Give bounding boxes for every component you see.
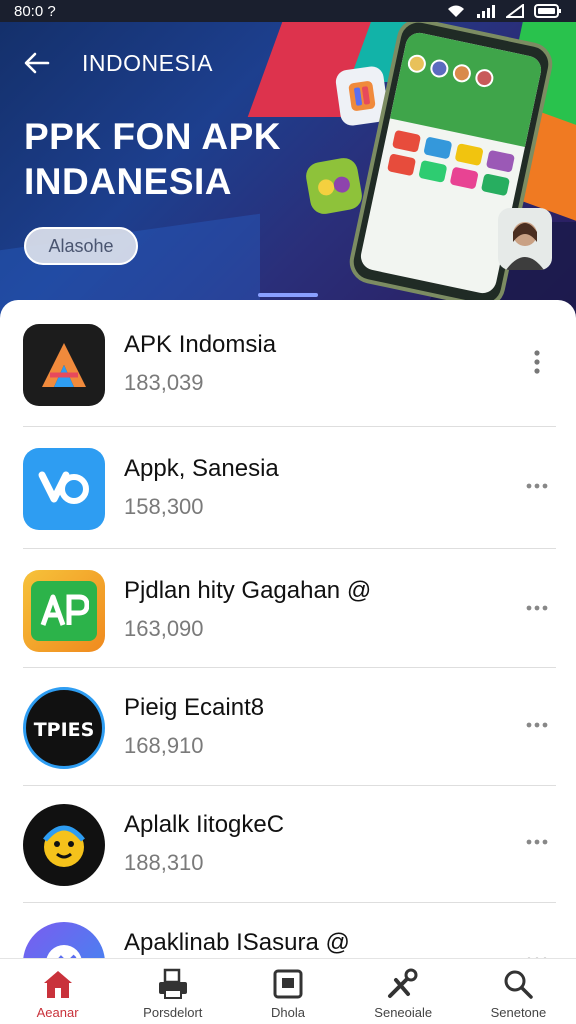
tpies-logo-icon: TPIES	[23, 687, 105, 769]
status-icons	[446, 4, 562, 18]
nav-label: Dhola	[271, 1005, 305, 1020]
more-horizontal-icon	[526, 605, 548, 611]
messenger-logo-icon	[23, 922, 105, 960]
svg-text:TPIES: TPIES	[34, 719, 95, 741]
status-bar: 80:0 ?	[0, 0, 576, 22]
nav-label: Seneoiale	[374, 1005, 433, 1020]
profile-photo-image	[498, 208, 552, 270]
network-icon	[506, 4, 524, 18]
game-controller-icon	[303, 155, 365, 217]
carousel-indicator	[258, 293, 318, 297]
signal-icon	[477, 5, 495, 18]
more-options-button[interactable]	[520, 708, 554, 742]
nav-item-dhola[interactable]: Dhola	[230, 959, 345, 1024]
nav-label: Porsdelort	[143, 1005, 203, 1020]
app-download-count: 168,910	[124, 733, 204, 758]
nav-item-seneoiale[interactable]: Seneoiale	[346, 959, 461, 1024]
list-item[interactable]: Apaklinab ISasura @	[0, 898, 576, 960]
hero-banner: INDONESIA PPK FON APK INDANESIA Alasohe	[0, 22, 576, 322]
box-icon	[271, 967, 305, 1001]
more-options-button[interactable]	[520, 591, 554, 625]
tools-icon	[386, 967, 420, 1001]
hero-action-button[interactable]: Alasohe	[24, 227, 138, 265]
list-item[interactable]: Appk, Sanesia 158,300	[0, 424, 576, 542]
app-name: Aplalk IitogkeC	[124, 811, 285, 838]
app-list: APK Indomsia 183,039 Appk, Sanesia 158,3…	[0, 300, 576, 960]
wifi-icon	[448, 5, 464, 17]
nav-item-porsdelort[interactable]: Porsdelort	[115, 959, 230, 1024]
app-download-count: 188,310	[124, 850, 204, 875]
list-item[interactable]: Aplalk IitogkeC 188,310	[0, 780, 576, 898]
app-name: Pjdlan hity Gagahan @	[124, 577, 372, 604]
home-icon	[41, 967, 75, 1001]
emoji-face-icon	[23, 804, 105, 886]
search-icon	[501, 967, 535, 1001]
nav-label: Senetone	[490, 1005, 547, 1020]
app-name: Pieig Ecaint8	[124, 694, 265, 721]
more-horizontal-icon	[526, 722, 548, 728]
more-vertical-icon	[534, 350, 540, 374]
more-horizontal-icon	[526, 839, 548, 845]
more-options-button[interactable]	[520, 825, 554, 859]
more-options-button[interactable]	[520, 345, 554, 379]
app-download-count: 163,090	[124, 616, 204, 641]
ap-logo-icon	[23, 570, 105, 652]
more-horizontal-icon	[526, 483, 548, 489]
printer-icon	[156, 967, 190, 1001]
app-download-count: 183,039	[124, 370, 204, 395]
apk-a-logo-icon	[23, 324, 105, 406]
arrow-left-icon	[24, 52, 50, 74]
hero-title: PPK FON APK INDANESIA	[24, 116, 281, 203]
app-name: Apaklinab ISasura @	[124, 929, 350, 956]
battery-icon	[534, 4, 561, 18]
nav-item-search[interactable]: Senetone	[461, 959, 576, 1024]
back-button[interactable]	[20, 48, 54, 78]
app-name: APK Indomsia	[124, 331, 277, 358]
list-item[interactable]: TPIES Pieig Ecaint8 168,910	[0, 663, 576, 781]
status-time: 80:0 ?	[14, 2, 56, 20]
nav-label: Aeanar	[36, 1005, 79, 1020]
list-item[interactable]: APK Indomsia 183,039	[0, 300, 576, 418]
hero-breadcrumb: INDONESIA	[82, 50, 214, 76]
bottom-navigation: Aeanar Porsdelort Dhola Seneoiale Seneto…	[0, 958, 576, 1024]
app-name: Appk, Sanesia	[124, 455, 279, 482]
blue-logo-icon	[23, 448, 105, 530]
app-download-count: 158,300	[124, 494, 204, 519]
more-options-button[interactable]	[520, 469, 554, 503]
list-item[interactable]: Pjdlan hity Gagahan @ 163,090	[0, 546, 576, 664]
nav-item-home[interactable]: Aeanar	[0, 959, 115, 1024]
